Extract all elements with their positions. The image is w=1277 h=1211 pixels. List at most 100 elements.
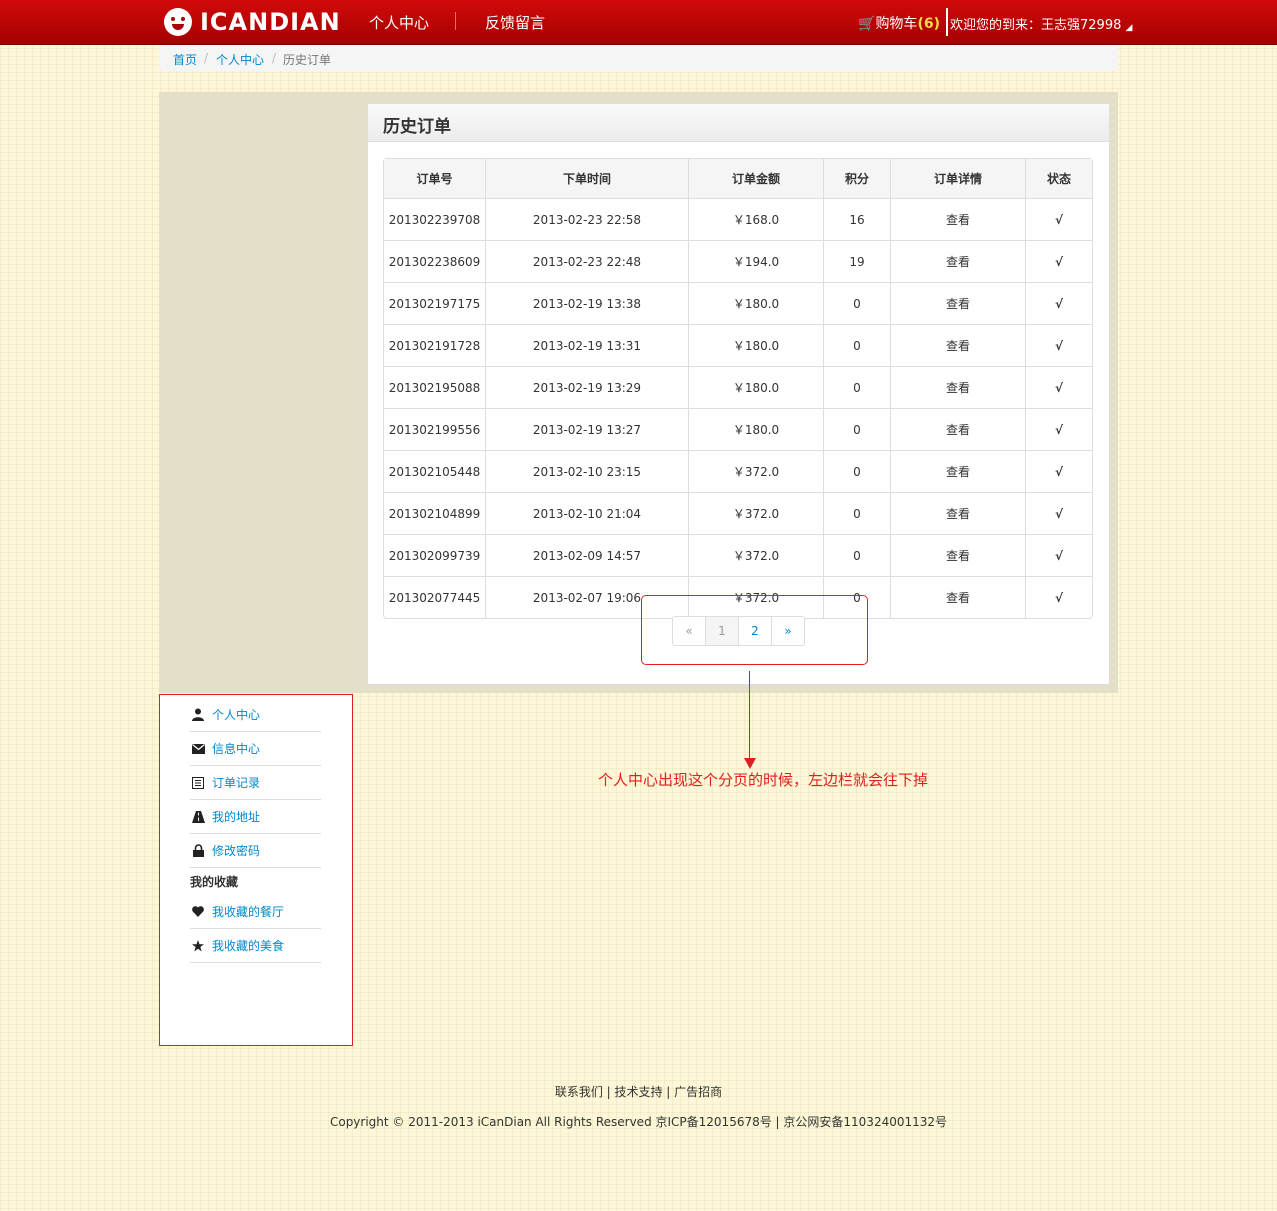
breadcrumb-home[interactable]: 首页: [173, 51, 197, 68]
status-check-icon: √: [1025, 492, 1092, 534]
order-amount: ￥180.0: [688, 408, 823, 450]
nav-divider: [455, 12, 456, 30]
sidebar-heading-favorites: 我的收藏: [190, 875, 239, 889]
status-check-icon: √: [1025, 534, 1092, 576]
column-header-details: 订单详情: [890, 159, 1025, 198]
order-time: 2013-02-19 13:31: [485, 324, 688, 366]
order-id-link[interactable]: 201302191728: [384, 324, 485, 366]
order-points: 0: [823, 282, 890, 324]
sidebar-item-fav-restaurants[interactable]: 我收藏的餐厅: [190, 895, 321, 929]
table-row: 201302099739 2013-02-09 14:57 ￥372.0 0 查…: [384, 534, 1092, 576]
footer-links[interactable]: 联系我们 | 技术支持 | 广告招商: [0, 1083, 1277, 1100]
sidebar-item-label: 我收藏的美食: [212, 939, 285, 953]
order-time: 2013-02-10 23:15: [485, 450, 688, 492]
sidebar-item-password[interactable]: 修改密码: [190, 834, 321, 868]
footer-copyright: Copyright © 2011-2013 iCanDian All Right…: [329, 1115, 948, 1129]
sidebar-item-label: 订单记录: [212, 776, 261, 790]
table-row: 201302104899 2013-02-10 21:04 ￥372.0 0 查…: [384, 492, 1092, 534]
road-icon: [190, 809, 206, 825]
column-header-order-time: 下单时间: [485, 159, 688, 198]
order-id-link[interactable]: 201302238609: [384, 240, 485, 282]
status-check-icon: √: [1025, 324, 1092, 366]
orders-table: 订单号 下单时间 订单金额 积分 订单详情 状态 201302239708 20…: [383, 158, 1093, 619]
sidebar-item-address[interactable]: 我的地址: [190, 800, 321, 834]
annotation-highlight-box: [641, 595, 868, 665]
order-points: 19: [823, 240, 890, 282]
cart-label: 购物车: [875, 16, 918, 32]
table-row: 201302197175 2013-02-19 13:38 ￥180.0 0 查…: [384, 282, 1092, 324]
table-header-row: 订单号 下单时间 订单金额 积分 订单详情 状态: [384, 159, 1092, 198]
order-id-link[interactable]: 201302239708: [384, 198, 485, 240]
view-details-link[interactable]: 查看: [890, 450, 1025, 492]
order-id-link[interactable]: 201302199556: [384, 408, 485, 450]
view-details-link[interactable]: 查看: [890, 534, 1025, 576]
order-id-link[interactable]: 201302197175: [384, 282, 485, 324]
table-row: 201302199556 2013-02-19 13:27 ￥180.0 0 查…: [384, 408, 1092, 450]
nav-feedback[interactable]: 反馈留言: [485, 12, 545, 33]
view-details-link[interactable]: 查看: [890, 240, 1025, 282]
table-row: 201302191728 2013-02-19 13:31 ￥180.0 0 查…: [384, 324, 1092, 366]
breadcrumb-personal-center[interactable]: 个人中心: [216, 51, 264, 68]
nav-personal-center[interactable]: 个人中心: [369, 12, 429, 33]
sidebar-item-messages[interactable]: 信息中心: [190, 732, 321, 766]
status-check-icon: √: [1025, 282, 1092, 324]
user-menu[interactable]: 欢迎您的到来：王志强72998 ◢: [950, 14, 1132, 33]
order-id-link[interactable]: 201302195088: [384, 366, 485, 408]
order-time: 2013-02-19 13:27: [485, 408, 688, 450]
order-id-link[interactable]: 201302099739: [384, 534, 485, 576]
column-header-points: 积分: [823, 159, 890, 198]
page-title: 历史订单: [383, 117, 451, 137]
panel-header: 历史订单: [368, 104, 1109, 142]
order-amount: ￥372.0: [688, 492, 823, 534]
status-check-icon: √: [1025, 576, 1092, 618]
sidebar-item-orders[interactable]: 订单记录: [190, 766, 321, 800]
order-points: 0: [823, 450, 890, 492]
table-row: 201302195088 2013-02-19 13:29 ￥180.0 0 查…: [384, 366, 1092, 408]
order-points: 0: [823, 408, 890, 450]
order-points: 16: [823, 198, 890, 240]
logo-face-icon: [164, 8, 192, 36]
user-icon: [190, 707, 206, 723]
logo-text: ICANDIAN: [200, 8, 341, 36]
order-id-link[interactable]: 201302104899: [384, 492, 485, 534]
view-details-link[interactable]: 查看: [890, 282, 1025, 324]
order-amount: ￥180.0: [688, 282, 823, 324]
sidebar-item-label: 修改密码: [212, 844, 261, 858]
view-details-link[interactable]: 查看: [890, 408, 1025, 450]
lock-icon: [190, 843, 206, 859]
sidebar-item-fav-foods[interactable]: 我收藏的美食: [190, 929, 321, 963]
view-details-link[interactable]: 查看: [890, 492, 1025, 534]
order-time: 2013-02-09 14:57: [485, 534, 688, 576]
status-check-icon: √: [1025, 408, 1092, 450]
order-amount: ￥372.0: [688, 450, 823, 492]
cart-icon: 🛒: [858, 16, 876, 32]
order-points: 0: [823, 366, 890, 408]
star-icon: [190, 938, 206, 954]
view-details-link[interactable]: 查看: [890, 324, 1025, 366]
column-header-status: 状态: [1025, 159, 1092, 198]
view-details-link[interactable]: 查看: [890, 198, 1025, 240]
status-check-icon: √: [1025, 366, 1092, 408]
order-amount: ￥168.0: [688, 198, 823, 240]
order-time: 2013-02-23 22:58: [485, 198, 688, 240]
cart-link[interactable]: 🛒购物车(6): [858, 13, 940, 33]
view-details-link[interactable]: 查看: [890, 366, 1025, 408]
order-id-link[interactable]: 201302077445: [384, 576, 485, 618]
status-check-icon: √: [1025, 240, 1092, 282]
cart-count: (6): [917, 16, 940, 32]
sidebar-item-personal-center[interactable]: 个人中心: [190, 698, 321, 732]
order-id-link[interactable]: 201302105448: [384, 450, 485, 492]
envelope-icon: [190, 741, 206, 757]
heart-icon: [190, 904, 206, 920]
site-logo[interactable]: ICANDIAN: [164, 6, 341, 38]
order-amount: ￥180.0: [688, 366, 823, 408]
breadcrumb-current: 历史订单: [283, 53, 332, 67]
column-header-order-no: 订单号: [384, 159, 485, 198]
view-details-link[interactable]: 查看: [890, 576, 1025, 618]
arrow-down-icon: [744, 758, 756, 769]
order-time: 2013-02-19 13:29: [485, 366, 688, 408]
breadcrumb: 首页 / 个人中心 / 历史订单: [159, 45, 1118, 71]
order-time: 2013-02-10 21:04: [485, 492, 688, 534]
sidebar: 个人中心 信息中心 订单记录 我的地址 修改密码 我的收藏 我收藏的餐厅 我收藏…: [159, 694, 353, 1046]
table-row: 201302239708 2013-02-23 22:58 ￥168.0 16 …: [384, 198, 1092, 240]
